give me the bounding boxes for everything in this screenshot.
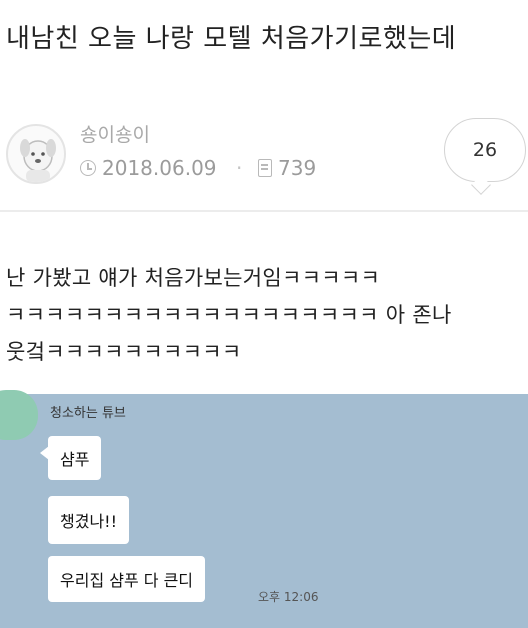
meta-separator: ·: [236, 156, 243, 180]
chat-avatar: [0, 390, 38, 440]
chat-message: 우리집 샴푸 다 큰디: [48, 556, 206, 602]
views-icon: [258, 159, 272, 177]
author-avatar[interactable]: [6, 124, 66, 184]
dog-avatar-icon: [20, 139, 56, 182]
chat-message: 챙겼나!!: [48, 496, 129, 544]
chat-message: 샴푸: [39, 436, 102, 480]
divider: [0, 210, 528, 212]
chat-timestamp: 오후 12:06: [258, 590, 319, 604]
view-count: 739: [278, 156, 317, 180]
post-body: 난 가봤고 얘가 처음가보는거임ㅋㅋㅋㅋㅋ ㅋㅋㅋㅋㅋㅋㅋㅋㅋㅋㅋㅋㅋㅋㅋㅋㅋㅋ…: [6, 266, 452, 364]
comment-count-button[interactable]: 26: [444, 118, 526, 182]
post-title: 내남친 오늘 나랑 모텔 처음가기로했는데: [6, 24, 457, 54]
clock-icon: [80, 160, 96, 176]
post-date: 2018.06.09: [102, 156, 217, 180]
comment-count: 26: [472, 139, 498, 161]
author-name[interactable]: 숑이숑이: [80, 120, 150, 147]
chat-screenshot: 청소하는 튜브 샴푸 챙겼나!! 우리집 샴푸 다 큰디 오후 12:06: [0, 390, 528, 628]
post-meta: 숑이숑이 2018.06.09 · 739 26: [0, 112, 528, 208]
chat-sender: 청소하는 튜브: [50, 406, 126, 421]
